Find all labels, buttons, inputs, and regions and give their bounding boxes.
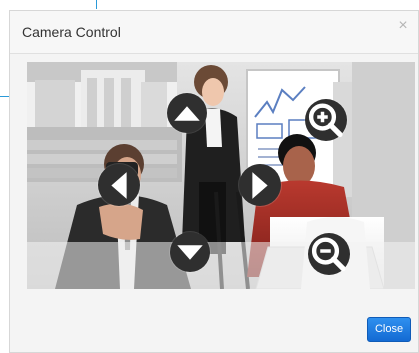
chevron-down-icon <box>177 244 203 260</box>
zoom-out-button[interactable] <box>308 233 350 275</box>
screenshot-stage: Camera Control × Close <box>0 0 419 353</box>
pan-up-button[interactable] <box>167 93 207 133</box>
pan-left-button[interactable] <box>98 164 140 206</box>
close-icon[interactable]: × <box>395 18 411 34</box>
dialog-footer: Close <box>10 289 418 352</box>
zoom-in-button[interactable] <box>305 99 347 141</box>
pan-down-button[interactable] <box>170 232 210 272</box>
chevron-right-icon <box>252 171 268 199</box>
camera-control-dialog: Camera Control × Close <box>9 10 419 353</box>
chevron-left-icon <box>111 171 127 199</box>
close-button[interactable]: Close <box>367 317 411 342</box>
pan-right-button[interactable] <box>239 164 281 206</box>
dialog-title: Camera Control <box>22 24 121 40</box>
annotation-leader-top <box>96 0 97 9</box>
camera-preview <box>27 62 415 289</box>
dialog-header: Camera Control × <box>10 11 418 54</box>
camera-preview-image <box>27 62 415 289</box>
zoom-out-icon <box>311 236 346 271</box>
